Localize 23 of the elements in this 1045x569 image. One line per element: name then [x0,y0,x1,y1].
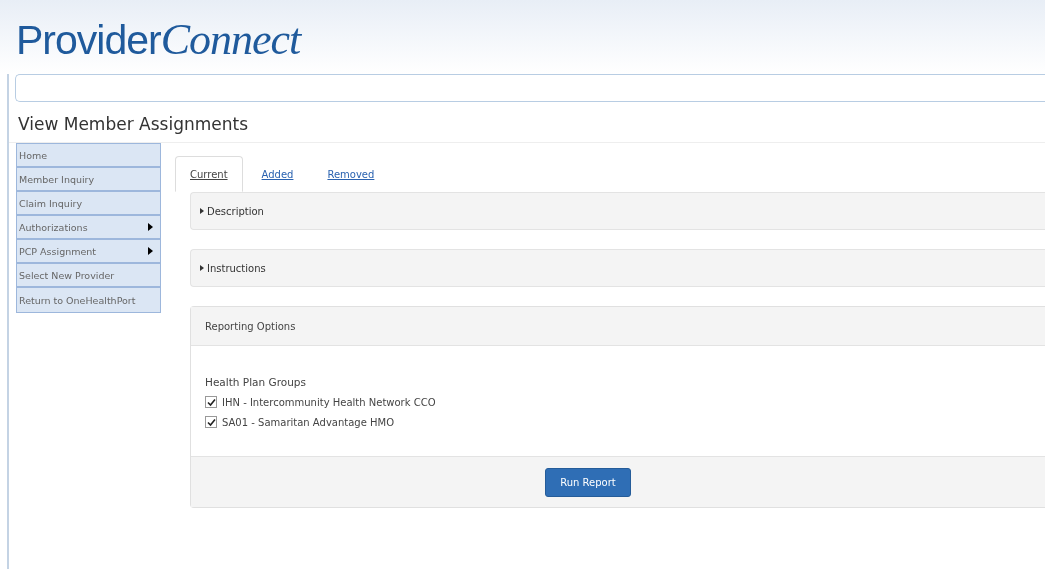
sidebar-item[interactable]: Authorizations [17,216,160,240]
option-label: SA01 - Samaritan Advantage HMO [222,416,394,428]
tab[interactable]: Current [175,156,243,192]
option-label: IHN - Intercommunity Health Network CCO [222,396,436,408]
expand-arrow-icon [200,208,204,214]
run-report-button[interactable]: Run Report [545,467,631,497]
tab[interactable]: Added [246,156,309,192]
sidebar-item[interactable]: Claim Inquiry [17,192,160,216]
checkbox[interactable] [205,416,217,428]
sidebar-item[interactable]: Member Inquiry [17,168,160,192]
sidebar-item[interactable]: Home [17,144,160,168]
collapsible-panel[interactable]: Instructions [190,249,1045,287]
sidebar-item[interactable]: Return to OneHealthPort [17,288,160,312]
logo-text: ProviderConnect [16,14,301,66]
sidebar-item[interactable]: Select New Provider [17,264,160,288]
tab[interactable]: Removed [312,156,390,192]
checkbox[interactable] [205,396,217,408]
card-header: Reporting Options [191,307,1045,346]
expand-arrow-icon [200,265,204,271]
page-title: View Member Assignments [9,102,1045,143]
group-label: Health Plan Groups [205,376,307,388]
sidebar-item[interactable]: PCP Assignment [17,240,160,264]
collapsible-panel[interactable]: Description [190,192,1045,230]
